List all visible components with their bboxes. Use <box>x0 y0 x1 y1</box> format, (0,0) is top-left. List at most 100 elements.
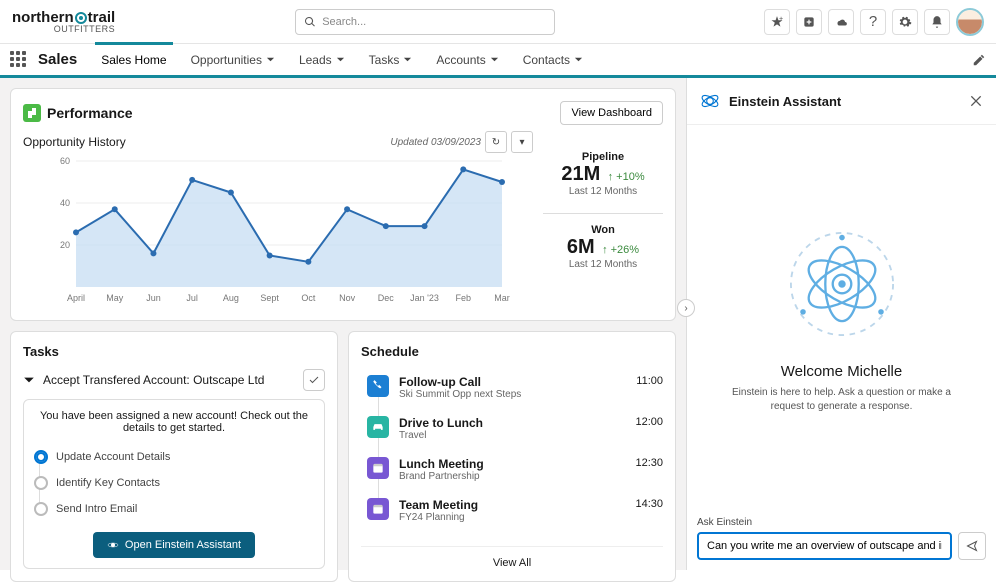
schedule-item[interactable]: Lunch Meeting Brand Partnership 12:30 <box>367 451 663 488</box>
header-actions: ? <box>764 8 984 36</box>
app-name: Sales <box>38 51 77 68</box>
chart-title: Opportunity History <box>23 135 126 149</box>
task-accordion-label: Accept Transfered Account: Outscape Ltd <box>43 373 264 387</box>
favorites-button[interactable] <box>764 9 790 35</box>
einstein-hero-icon <box>777 219 907 349</box>
schedule-item-title: Lunch Meeting <box>399 457 484 471</box>
schedule-item-time: 12:00 <box>635 416 663 428</box>
view-dashboard-button[interactable]: View Dashboard <box>560 101 663 125</box>
send-icon <box>966 540 978 552</box>
app-nav: Sales Sales Home Opportunities Leads Tas… <box>0 44 996 78</box>
search-icon <box>304 16 316 28</box>
salesforce-button[interactable] <box>828 9 854 35</box>
schedule-item-sub: Travel <box>399 430 483 441</box>
chevron-down-icon <box>574 55 583 64</box>
send-button[interactable] <box>958 532 986 560</box>
svg-text:April: April <box>67 293 85 303</box>
tab-contacts[interactable]: Contacts <box>513 43 593 77</box>
performance-title: Performance <box>47 105 133 121</box>
pipeline-label: Pipeline <box>543 151 663 163</box>
schedule-item-time: 12:30 <box>635 457 663 469</box>
pipeline-value: 21M <box>561 163 600 186</box>
chevron-down-icon <box>490 55 499 64</box>
task-complete-checkbox[interactable] <box>303 369 325 391</box>
task-step[interactable]: Update Account Details <box>34 444 314 470</box>
pipeline-trend: ↑ +10% <box>608 171 645 183</box>
schedule-item[interactable]: Follow-up Call Ski Summit Opp next Steps… <box>367 369 663 406</box>
user-avatar[interactable] <box>956 8 984 36</box>
schedule-item-time: 11:00 <box>636 375 663 387</box>
tab-accounts[interactable]: Accounts <box>426 43 508 77</box>
einstein-title: Einstein Assistant <box>729 94 841 109</box>
won-trend: ↑ +26% <box>602 244 639 256</box>
won-value: 6M <box>567 236 595 259</box>
tasks-title: Tasks <box>23 344 325 359</box>
svg-text:Jun: Jun <box>146 293 161 303</box>
brand-logo: northerntrail OUTFITTERS <box>12 10 115 34</box>
schedule-item-sub: FY24 Planning <box>399 512 478 523</box>
won-sub: Last 12 Months <box>543 259 663 270</box>
close-icon[interactable] <box>968 93 984 109</box>
chevron-down-icon <box>336 55 345 64</box>
tab-leads[interactable]: Leads <box>289 43 355 77</box>
svg-text:Jan '23: Jan '23 <box>410 293 439 303</box>
svg-text:Dec: Dec <box>378 293 395 303</box>
chevron-down-icon <box>23 374 35 386</box>
einstein-panel: › Einstein Assistant Welcome M <box>686 78 996 570</box>
svg-text:20: 20 <box>60 240 70 250</box>
schedule-item-sub: Ski Summit Opp next Steps <box>399 389 521 400</box>
view-all-link[interactable]: View All <box>361 546 663 569</box>
svg-text:May: May <box>106 293 124 303</box>
task-accordion[interactable]: Accept Transfered Account: Outscape Ltd <box>23 369 325 391</box>
svg-text:Nov: Nov <box>339 293 356 303</box>
task-step[interactable]: Identify Key Contacts <box>34 470 314 496</box>
einstein-subtitle: Einstein is here to help. Ask a question… <box>732 386 952 414</box>
search-placeholder: Search... <box>322 16 366 28</box>
svg-text:Sept: Sept <box>260 293 279 303</box>
performance-card: Performance View Dashboard Opportunity H… <box>10 88 676 321</box>
schedule-card: Schedule Follow-up Call Ski Summit Opp n… <box>348 331 676 582</box>
refresh-button[interactable]: ↻ <box>485 131 507 153</box>
add-button[interactable] <box>796 9 822 35</box>
tab-opportunities[interactable]: Opportunities <box>181 43 285 77</box>
chart-updated: Updated 03/09/2023 <box>390 137 481 148</box>
global-header: northerntrail OUTFITTERS Search... ? <box>0 0 996 44</box>
task-lead-text: You have been assigned a new account! Ch… <box>34 410 314 434</box>
schedule-item[interactable]: Team Meeting FY24 Planning 14:30 <box>367 492 663 529</box>
schedule-item-title: Drive to Lunch <box>399 416 483 430</box>
ask-einstein-label: Ask Einstein <box>697 517 952 528</box>
global-search[interactable]: Search... <box>295 9 555 35</box>
filter-button[interactable]: ▾ <box>511 131 533 153</box>
performance-icon <box>23 104 41 122</box>
car-icon <box>367 416 389 438</box>
schedule-item-sub: Brand Partnership <box>399 471 484 482</box>
schedule-title: Schedule <box>361 344 663 359</box>
pipeline-sub: Last 12 Months <box>543 186 663 197</box>
edit-nav-icon[interactable] <box>972 53 986 67</box>
task-detail-box: You have been assigned a new account! Ch… <box>23 399 325 569</box>
schedule-item-time: 14:30 <box>635 498 663 510</box>
won-label: Won <box>543 224 663 236</box>
calendar-icon <box>367 498 389 520</box>
task-step[interactable]: Send Intro Email <box>34 496 314 522</box>
tab-sales-home[interactable]: Sales Home <box>91 43 176 77</box>
help-button[interactable]: ? <box>860 9 886 35</box>
einstein-input[interactable] <box>697 532 952 560</box>
svg-text:60: 60 <box>60 156 70 166</box>
opportunity-chart: 204060AprilMayJunJulAugSeptOctNovDecJan … <box>23 155 533 305</box>
chevron-down-icon <box>403 55 412 64</box>
svg-text:Feb: Feb <box>456 293 472 303</box>
chevron-down-icon <box>266 55 275 64</box>
schedule-item-title: Follow-up Call <box>399 375 521 389</box>
notifications-button[interactable] <box>924 9 950 35</box>
einstein-icon <box>107 539 119 551</box>
tasks-card: Tasks Accept Transfered Account: Outscap… <box>10 331 338 582</box>
svg-text:Mar: Mar <box>494 293 510 303</box>
schedule-item-title: Team Meeting <box>399 498 478 512</box>
open-einstein-button[interactable]: Open Einstein Assistant <box>93 532 255 558</box>
tab-tasks[interactable]: Tasks <box>359 43 423 77</box>
app-launcher-icon[interactable] <box>10 51 28 69</box>
svg-text:Jul: Jul <box>186 293 198 303</box>
settings-button[interactable] <box>892 9 918 35</box>
schedule-item[interactable]: Drive to Lunch Travel 12:00 <box>367 410 663 447</box>
